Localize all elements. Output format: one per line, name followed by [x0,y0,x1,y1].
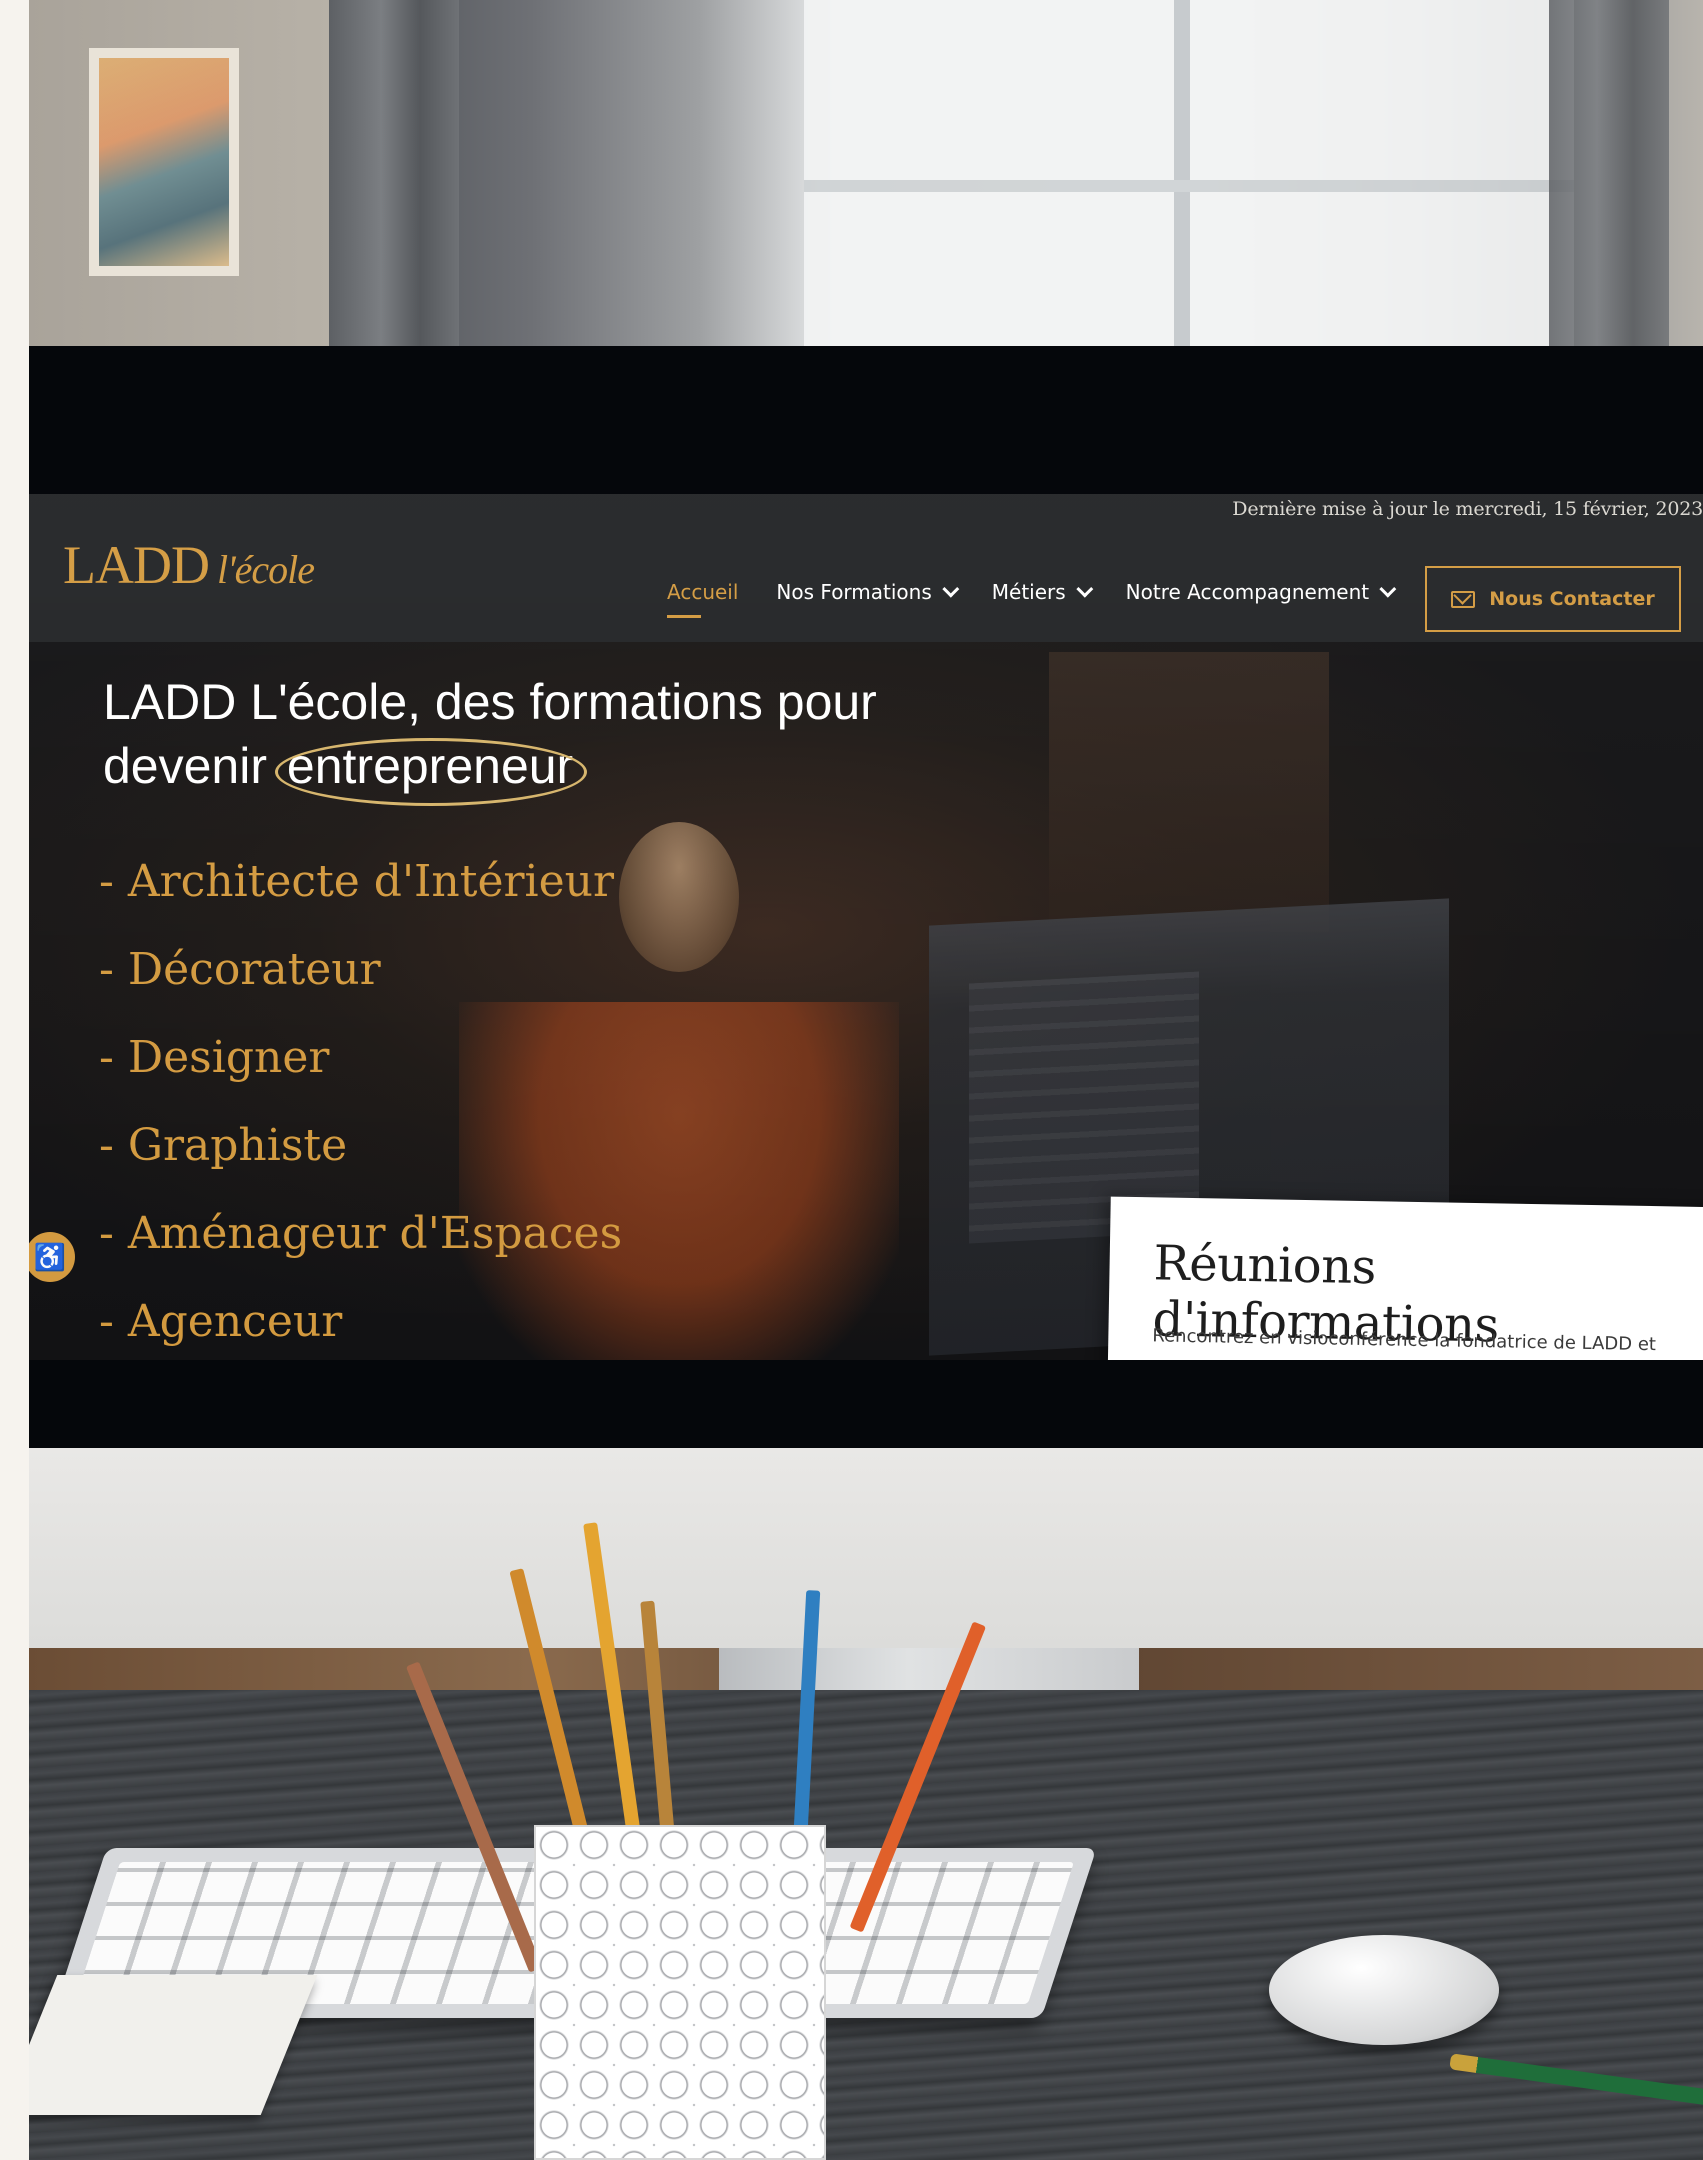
logo-main-text: LADD [63,535,210,595]
wall-art [89,48,239,276]
site-header: Dernière mise à jour le mercredi, 15 fév… [29,494,1703,642]
metiers-list: - Architecte d'Intérieur - Décorateur - … [99,838,622,1360]
accessibility-icon: ♿ [33,1241,67,1272]
site-logo[interactable]: LADD l'école [63,534,315,596]
pencil-cup [534,1825,826,2160]
computer-mouse [1269,1935,1499,2045]
contact-button-label: Nous Contacter [1489,588,1655,610]
hero-section: LADD L'école, des formations pour deveni… [29,642,1703,1360]
list-item: - Décorateur [99,944,381,995]
chevron-down-icon [1076,580,1093,598]
list-item: - Aménageur d'Espaces [99,1208,623,1259]
list-item: - Graphiste [99,1120,348,1171]
chevron-down-icon [942,580,960,598]
nav-item-label: Métiers [991,580,1066,604]
nav-item-nos-formations[interactable]: Nos Formations [776,580,960,604]
contact-button[interactable]: Nous Contacter [1425,566,1681,632]
logo-script-text: l'école [216,547,315,592]
info-meeting-card[interactable]: Réunions d'informations Rencontrez en vi… [1107,1196,1703,1360]
hero-background-door [1049,652,1329,932]
hero-person-head [619,822,739,972]
window [804,0,1574,360]
nav-item-label: Nos Formations [776,580,932,604]
main-navigation: Accueil Nos Formations Métiers Notre Acc… [667,580,1397,618]
last-update-text: Dernière mise à jour le mercredi, 15 fév… [1232,498,1703,520]
nav-item-metiers[interactable]: Métiers [991,580,1093,604]
mail-icon [1451,590,1476,608]
curtain-right [1549,0,1669,360]
list-item: - Agenceur [99,1296,343,1347]
hero-title: LADD L'école, des formations pour deveni… [103,670,1003,806]
monitor-chin [29,1448,1703,1648]
nav-item-accueil[interactable]: Accueil [667,580,739,618]
list-item: - Designer [99,1032,330,1083]
photo-scene: Dernière mise à jour le mercredi, 15 fév… [29,0,1703,2160]
list-item: - Architecte d'Intérieur [99,856,615,907]
nav-item-notre-accompagnement[interactable]: Notre Accompagnement [1125,580,1397,604]
nav-item-label: Notre Accompagnement [1125,580,1370,604]
accessibility-button[interactable]: ♿ [29,1232,75,1282]
website-screen: Dernière mise à jour le mercredi, 15 fév… [29,494,1703,1360]
chevron-down-icon [1379,580,1397,598]
curtain-left [329,0,459,360]
nav-item-label: Accueil [667,580,739,604]
hero-title-highlight: entrepreneur [274,734,588,806]
